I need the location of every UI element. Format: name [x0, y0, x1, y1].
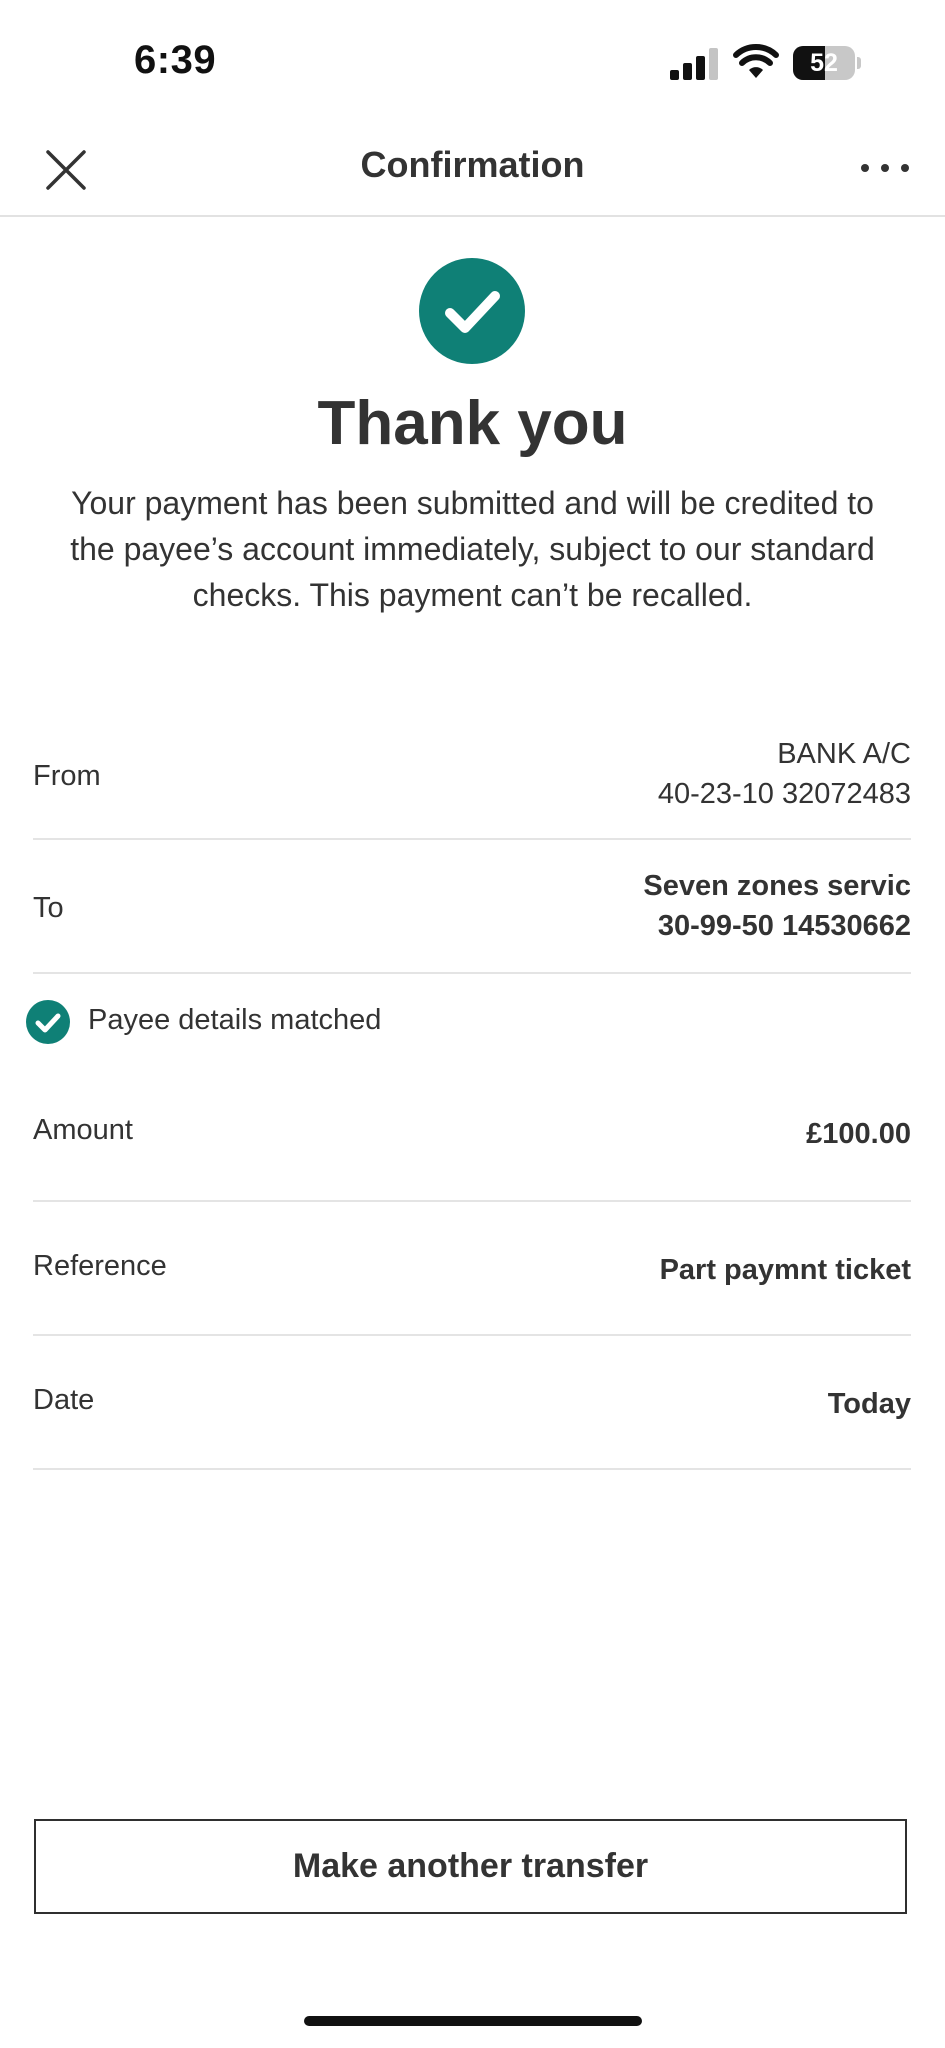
confirmation-heading: Thank you	[317, 389, 628, 458]
payee-name: Seven zones servic	[643, 870, 911, 902]
check-circle-icon	[419, 258, 525, 364]
page-title: Confirmation	[360, 144, 585, 185]
from-account-number: 40-23-10 32072483	[657, 778, 911, 810]
top-nav-bar: Confirmation	[0, 120, 945, 217]
amount-label: Amount	[33, 1114, 133, 1146]
to-account-row: To Seven zones servic 30-99-50 14530662	[33, 840, 911, 974]
status-bar: 6:39 52	[0, 0, 945, 120]
battery-icon: 52	[793, 46, 861, 80]
battery-level: 52	[810, 49, 838, 77]
more-options-button[interactable]	[853, 140, 917, 196]
make-another-transfer-button[interactable]: Make another transfer	[34, 1819, 907, 1914]
from-value: BANK A/C 40-23-10 32072483	[658, 734, 911, 814]
amount-row: Amount £100.00	[33, 1066, 911, 1202]
payee-match-text: Payee details matched	[88, 1004, 382, 1036]
from-account-row: From BANK A/C 40-23-10 32072483	[33, 720, 911, 840]
cellular-signal-icon	[670, 48, 718, 80]
home-indicator[interactable]	[304, 2016, 642, 2026]
to-label: To	[33, 892, 64, 924]
status-time: 6:39	[134, 38, 217, 82]
date-value: Today	[827, 1388, 911, 1420]
to-value: Seven zones servic 30-99-50 14530662	[643, 866, 911, 946]
amount-value: £100.00	[806, 1118, 911, 1150]
date-row: Date Today	[33, 1336, 911, 1470]
from-label: From	[33, 760, 101, 792]
confirmation-message: Your payment has been submitted and will…	[70, 485, 875, 613]
check-circle-icon	[26, 1000, 70, 1044]
date-label: Date	[33, 1384, 95, 1416]
more-horizontal-icon	[861, 164, 909, 172]
from-account-name: BANK A/C	[777, 738, 911, 770]
reference-value: Part paymnt ticket	[659, 1254, 911, 1286]
wifi-icon	[733, 44, 779, 78]
reference-row: Reference Part paymnt ticket	[33, 1202, 911, 1336]
reference-label: Reference	[33, 1250, 167, 1282]
payee-account-number: 30-99-50 14530662	[657, 910, 911, 942]
